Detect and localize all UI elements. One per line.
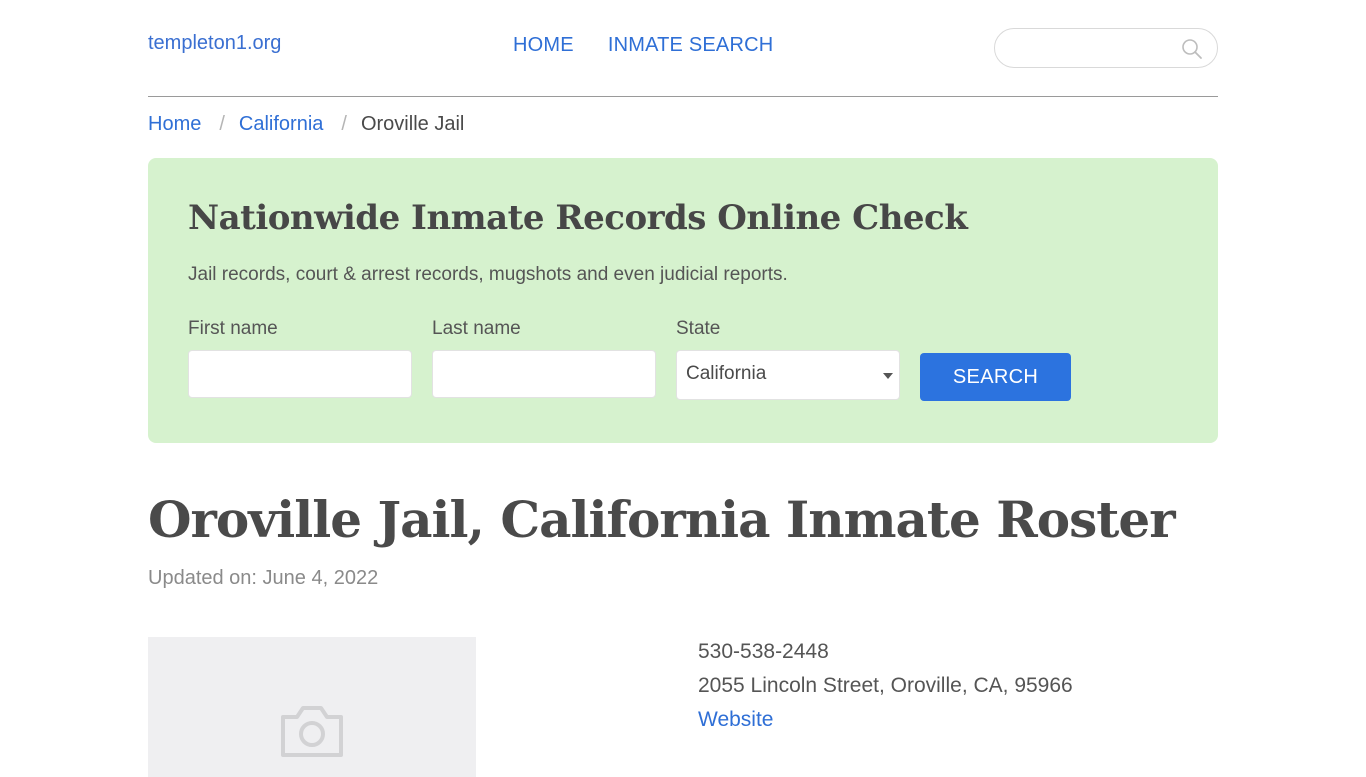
state-group: State California xyxy=(676,318,900,400)
facility-phone: 530-538-2448 xyxy=(698,640,829,663)
search-icon[interactable] xyxy=(1181,38,1203,60)
last-name-input[interactable] xyxy=(432,350,656,398)
first-name-group: First name xyxy=(188,318,412,398)
state-select[interactable]: California xyxy=(676,350,900,400)
site-logo-link[interactable]: templeton1.org xyxy=(148,32,281,55)
facility-contact: 530-538-2448 2055 Lincoln Street, Orovil… xyxy=(698,640,1073,742)
search-button[interactable]: SEARCH xyxy=(920,353,1071,401)
page-title: Oroville Jail, California Inmate Roster xyxy=(148,490,1176,549)
page-container: templeton1.org HOME INMATE SEARCH Home /… xyxy=(148,0,1218,777)
breadcrumb-home[interactable]: Home xyxy=(148,113,201,136)
updated-date: Updated on: June 4, 2022 xyxy=(148,567,379,589)
first-name-label: First name xyxy=(188,318,278,339)
last-name-group: Last name xyxy=(432,318,656,398)
state-selected-value: California xyxy=(686,363,767,384)
header-search-input[interactable] xyxy=(1009,37,1169,59)
banner-title: Nationwide Inmate Records Online Check xyxy=(188,198,968,238)
main-nav: HOME INMATE SEARCH xyxy=(513,34,773,57)
facility-image-placeholder xyxy=(148,637,476,777)
breadcrumb-separator: / xyxy=(219,113,225,135)
breadcrumb: Home / California / Oroville Jail xyxy=(148,113,464,136)
facility-address: 2055 Lincoln Street, Oroville, CA, 95966 xyxy=(698,674,1073,697)
header-search xyxy=(994,28,1218,68)
first-name-input[interactable] xyxy=(188,350,412,398)
breadcrumb-separator: / xyxy=(341,113,347,135)
chevron-down-icon xyxy=(883,373,893,379)
banner-subtitle: Jail records, court & arrest records, mu… xyxy=(188,264,788,285)
site-header: templeton1.org HOME INMATE SEARCH xyxy=(148,0,1218,97)
last-name-label: Last name xyxy=(432,318,521,339)
state-label: State xyxy=(676,318,721,339)
nav-inmate-search-link[interactable]: INMATE SEARCH xyxy=(608,34,774,57)
camera-icon xyxy=(281,706,343,757)
inmate-search-banner: Nationwide Inmate Records Online Check J… xyxy=(148,158,1218,443)
breadcrumb-current: Oroville Jail xyxy=(360,113,465,135)
nav-home-link[interactable]: HOME xyxy=(513,34,574,57)
breadcrumb-california[interactable]: California xyxy=(239,113,323,136)
facility-website-link[interactable]: Website xyxy=(698,708,773,731)
